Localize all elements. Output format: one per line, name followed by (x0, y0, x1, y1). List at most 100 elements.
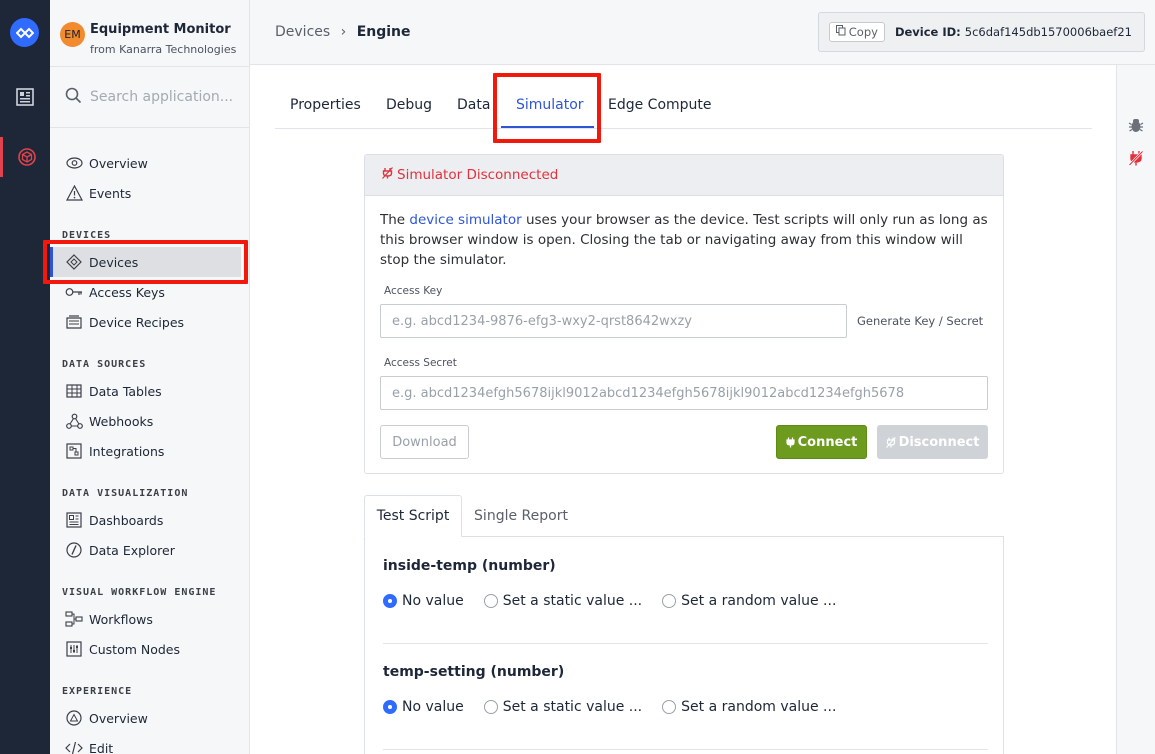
radio-button[interactable] (383, 700, 397, 714)
nav-item-label: Data Explorer (89, 542, 175, 558)
nav-item-dashboards[interactable]: Dashboards (50, 505, 249, 535)
search-bar (50, 66, 249, 128)
sidebar: EM Equipment Monitor from Kanarra Techno… (50, 0, 250, 754)
app-rail (0, 0, 50, 754)
recipe-icon (65, 313, 83, 331)
webhook-icon (65, 412, 83, 430)
app-header[interactable]: EM Equipment Monitor from Kanarra Techno… (60, 20, 249, 60)
access-key-input[interactable] (380, 304, 847, 338)
nav-item-overview[interactable]: Overview (50, 148, 249, 178)
code-icon (65, 739, 83, 754)
field-temp-setting: temp-setting (number) No value Set a sta… (383, 664, 988, 715)
nav-item-device-recipes[interactable]: Device Recipes (50, 307, 249, 337)
losant-logo-icon[interactable] (10, 18, 39, 47)
nav-item-label: Access Keys (89, 284, 165, 300)
device-id-box: Copy Device ID: 5c6daf145db1570006baef21 (817, 12, 1145, 52)
eye-icon (65, 154, 83, 172)
plug-disconnected-icon (885, 436, 896, 448)
nav-item-label: Events (89, 185, 132, 201)
custom-nodes-icon (65, 640, 83, 658)
section-data-sources: DATA SOURCES (62, 359, 147, 370)
nav-item-workflows[interactable]: Workflows (50, 604, 249, 634)
tab-edge-compute[interactable]: Edge Compute (608, 97, 712, 113)
radio-no-value[interactable]: No value (383, 593, 464, 609)
access-secret-input[interactable] (380, 376, 988, 410)
simulator-status: Simulator Disconnected (397, 167, 559, 183)
radio-random-value[interactable]: Set a random value ... (662, 699, 836, 715)
field-divider (383, 749, 988, 750)
nav-item-events[interactable]: Events (50, 178, 249, 208)
breadcrumb-current: Engine (356, 24, 411, 40)
plug-disconnected-icon (382, 167, 393, 183)
radio-button[interactable] (383, 594, 397, 608)
app-name: Equipment Monitor (90, 22, 231, 37)
tab-data[interactable]: Data (457, 97, 490, 113)
radio-label: No value (402, 593, 464, 609)
nav-item-label: Dashboards (89, 512, 164, 528)
dashboard-icon (65, 511, 83, 529)
device-simulator-link[interactable]: device simulator (409, 212, 521, 228)
section-data-visualization: DATA VISUALIZATION (62, 488, 189, 499)
nav-item-webhooks[interactable]: Webhooks (50, 406, 249, 436)
compass-icon (65, 541, 83, 559)
simulator-description: The device simulator uses your browser a… (380, 210, 990, 270)
script-tabs: Test Script Single Report (364, 495, 1004, 537)
access-key-label: Access Key (384, 285, 443, 297)
section-visual-workflow-engine: VISUAL WORKFLOW ENGINE (62, 587, 217, 598)
workflow-icon (65, 610, 83, 628)
warning-icon (65, 184, 83, 202)
radio-label: Set a random value ... (681, 593, 837, 609)
nav-item-label: Data Tables (89, 383, 162, 399)
connect-button[interactable]: Connect (776, 425, 867, 459)
radio-button[interactable] (662, 594, 677, 608)
table-icon (65, 382, 83, 400)
top-bar: Devices › Engine Copy Device ID: 5c6daf1… (250, 0, 1155, 65)
radio-button[interactable] (483, 594, 498, 608)
generate-key-link[interactable]: Generate Key / Secret (857, 314, 983, 328)
copy-button[interactable]: Copy (828, 22, 885, 42)
desc-pre: The (380, 212, 410, 228)
field-name: temp-setting (number) (383, 664, 565, 680)
app-org: from Kanarra Technologies (90, 43, 237, 56)
copy-label: Copy (848, 25, 878, 39)
applications-rail-icon[interactable] (0, 137, 50, 177)
debug-bug-icon[interactable] (1128, 117, 1144, 137)
radio-random-value[interactable]: Set a random value ... (662, 593, 836, 609)
radio-label: Set a static value ... (502, 593, 643, 609)
radio-static-value[interactable]: Set a static value ... (483, 593, 643, 609)
nav-item-label: Custom Nodes (89, 641, 180, 657)
tab-single-report[interactable]: Single Report (462, 495, 580, 537)
radio-button[interactable] (662, 700, 677, 714)
radio-group: No value Set a static value ... Set a ra… (383, 593, 856, 609)
radio-static-value[interactable]: Set a static value ... (483, 699, 643, 715)
app-avatar: EM (60, 22, 85, 47)
tab-debug[interactable]: Debug (386, 97, 432, 113)
breadcrumb: Devices › Engine (275, 24, 411, 40)
radio-no-value[interactable]: No value (383, 699, 464, 715)
disconnect-button[interactable]: Disconnect (877, 425, 988, 459)
search-input[interactable] (90, 89, 240, 105)
nav-item-data-explorer[interactable]: Data Explorer (50, 535, 249, 565)
nav-item-data-tables[interactable]: Data Tables (50, 376, 249, 406)
simulator-tab-highlight-box (493, 73, 601, 143)
dashboards-rail-icon[interactable] (0, 77, 50, 117)
integrations-icon (65, 442, 83, 460)
tab-test-script[interactable]: Test Script (364, 495, 462, 537)
radio-label: Set a static value ... (502, 699, 643, 715)
simulator-card: Simulator Disconnected The device simula… (364, 154, 1004, 474)
breadcrumb-parent[interactable]: Devices (275, 24, 330, 40)
nav-item-custom-nodes[interactable]: Custom Nodes (50, 634, 249, 664)
nav-item-integrations[interactable]: Integrations (50, 436, 249, 466)
connect-label: Connect (797, 434, 858, 450)
nav-item-edit[interactable]: Edit (50, 733, 249, 754)
radio-button[interactable] (483, 700, 498, 714)
radio-label: Set a random value ... (681, 699, 837, 715)
nav-item-label: Overview (89, 710, 148, 726)
radio-group: No value Set a static value ... Set a ra… (383, 699, 856, 715)
nav-item-experience-overview[interactable]: Overview (50, 703, 249, 733)
connection-status-plug-icon[interactable] (1128, 150, 1144, 170)
download-button[interactable]: Download (380, 425, 469, 459)
nav-item-label: Integrations (89, 443, 165, 459)
tab-properties[interactable]: Properties (290, 97, 361, 113)
search-icon (65, 87, 82, 108)
